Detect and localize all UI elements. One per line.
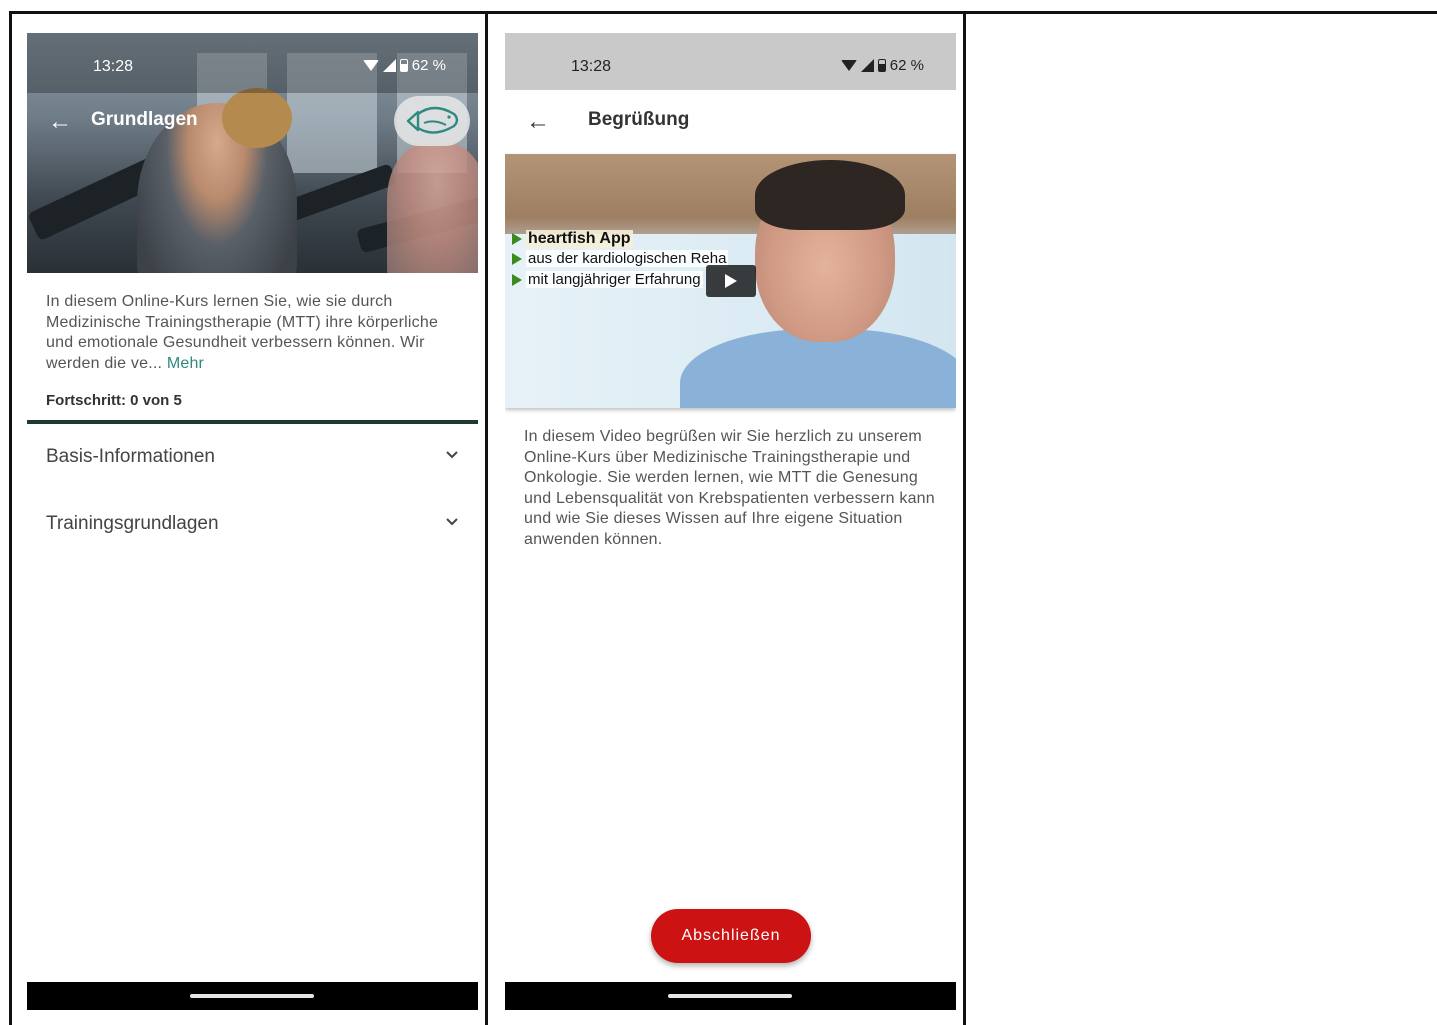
frame-divider [963,11,966,1025]
wifi-icon [362,60,379,71]
frame-top-border [9,11,1437,14]
back-arrow-icon[interactable]: ← [523,108,553,136]
battery-icon [399,59,408,72]
home-gesture-handle[interactable] [190,994,314,998]
battery-level: 62 % [889,57,924,74]
play-bullet-icon [512,233,522,245]
progress-bar [27,420,478,424]
status-bar: 13:28 62 % [27,33,478,90]
signal-icon [860,59,874,72]
back-arrow-icon[interactable]: ← [45,108,75,136]
more-link[interactable]: Mehr [167,355,204,372]
status-bar: 13:28 62 % [505,33,956,90]
play-bullet-icon [512,273,522,286]
section-basis-informationen[interactable]: Basis-Informationen [46,446,458,476]
play-icon[interactable] [706,265,756,297]
system-navigation-bar [27,982,478,1010]
signal-icon [382,59,396,72]
lesson-description: In diesem Video begrüßen wir Sie herzlic… [524,428,935,548]
video-caption-line: mit langjähriger Erfahrung [512,271,703,288]
course-overview-screen: 13:28 62 % ← Grundlagen In diesem Online… [27,33,478,1010]
status-time: 13:28 [571,58,612,75]
frame-divider [485,11,488,1025]
battery-icon [877,59,886,72]
battery-level: 62 % [411,57,446,74]
lesson-screen: 13:28 62 % ← Begrüßung heartfish App aus… [505,33,956,1010]
complete-button[interactable]: Abschließen [651,909,811,963]
course-description-text: In diesem Online-Kurs lernen Sie, wie si… [46,293,439,372]
play-bullet-icon [512,252,522,265]
video-caption-line: heartfish App [512,230,633,248]
wifi-icon [840,60,857,71]
home-gesture-handle[interactable] [668,994,792,998]
app-bar: ← Grundlagen [27,90,478,154]
video-caption-line: aus der kardiologischen Reha [512,250,729,267]
course-description: In diesem Online-Kurs lernen Sie, wie si… [46,292,446,374]
fish-logo-icon[interactable] [394,96,470,146]
page-title: Grundlagen [91,109,198,130]
chevron-down-icon [446,518,458,526]
chevron-down-icon [446,451,458,459]
section-label: Basis-Informationen [46,446,215,467]
frame-divider [9,11,12,1025]
video-player[interactable]: heartfish App aus der kardiologischen Re… [505,154,956,408]
app-bar: ← Begrüßung [505,90,956,154]
section-trainingsgrundlagen[interactable]: Trainingsgrundlagen [46,513,458,543]
page-title: Begrüßung [588,109,690,130]
progress-label: Fortschritt: 0 von 5 [46,392,182,409]
system-navigation-bar [505,982,956,1010]
section-label: Trainingsgrundlagen [46,513,219,534]
status-time: 13:28 [93,58,134,75]
